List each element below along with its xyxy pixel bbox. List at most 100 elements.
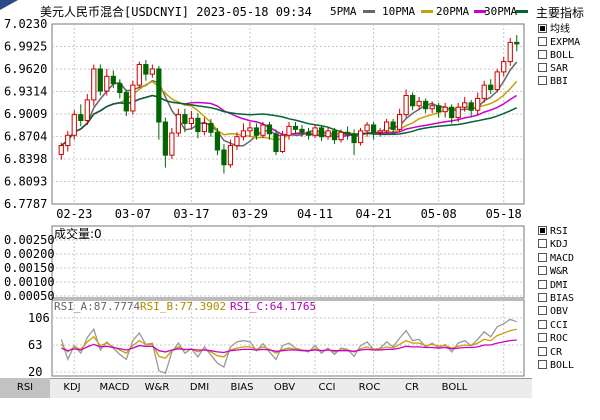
rsi-b-label: RSI_B:77.3902 [140, 300, 226, 313]
rsi-a-label: RSI_A:87.7774 [54, 300, 140, 313]
sub-option-boll[interactable]: BOLL [538, 360, 574, 372]
sub-option-label: DMI [550, 279, 569, 291]
sub-option-cr[interactable]: CR [538, 346, 563, 359]
candle-body [488, 84, 494, 91]
sub-option-kdj[interactable]: KDJ [538, 239, 568, 251]
sub-option-label: BIAS [550, 293, 575, 304]
checkbox-icon [538, 306, 547, 316]
tab-boll[interactable]: BOLL [435, 378, 475, 398]
sub-option-label: CR [550, 346, 563, 358]
candle [91, 64, 97, 106]
main-option-boll[interactable]: BOLL [538, 50, 574, 62]
tab-rsi[interactable]: RSI [0, 378, 50, 398]
sub-option-obv[interactable]: OBV [538, 306, 568, 318]
sub-option-roc[interactable]: ROC [538, 333, 568, 345]
candle-body [507, 41, 513, 63]
candle-body [117, 83, 123, 94]
candle-body [449, 106, 455, 119]
candle-body [279, 134, 286, 152]
sub-option-wr[interactable]: W&R [538, 266, 568, 278]
checkbox-icon [538, 239, 547, 249]
main-option-label: EXPMA [550, 37, 581, 48]
candle-body [370, 124, 377, 133]
candle-body [260, 124, 266, 136]
candle-body [468, 102, 474, 111]
candle-body [182, 114, 188, 124]
price-tick-label: 6.9314 [4, 84, 47, 98]
checkbox-icon [538, 266, 547, 276]
candle-body [338, 131, 344, 141]
ma20-legend: 20PMA [436, 5, 470, 18]
date-tick-label: 04-11 [297, 207, 333, 221]
candle-body [78, 114, 84, 122]
candle-body [357, 130, 364, 144]
main-option-label: SAR [550, 63, 569, 74]
volume-tick-label: 0.00250 [4, 233, 55, 247]
candle-body [156, 68, 162, 123]
candle-body [273, 133, 279, 152]
candle-body [104, 75, 110, 92]
candle-body [240, 130, 247, 138]
candle [130, 80, 136, 115]
sub-option-label: RSI [550, 226, 569, 237]
main-option-expma[interactable]: EXPMA [538, 37, 580, 49]
candle-body [331, 130, 338, 141]
main-option-bbi[interactable]: BBI [538, 76, 568, 88]
candle-body [71, 114, 77, 136]
candle [136, 61, 142, 89]
sub-option-bias[interactable]: BIAS [538, 293, 574, 305]
price-tick-label: 6.9620 [4, 62, 47, 76]
candle-body [149, 68, 155, 75]
checkbox-icon [538, 360, 547, 369]
price-tick-label: 6.7787 [4, 197, 47, 211]
rsi-tick-label: 106 [28, 311, 50, 325]
candle-body [253, 127, 260, 136]
candle-body [442, 106, 448, 113]
main-indicator-title: 主要指标 [536, 6, 585, 20]
chart-header: 美元人民币混合[USDCNYI] 2023-05-18 09:34 5PMA 1… [0, 0, 532, 24]
main-option-[interactable]: 均线 [538, 24, 570, 36]
candle-body [234, 136, 240, 147]
main-option-label: 均线 [550, 24, 570, 35]
tab-obv[interactable]: OBV [265, 378, 305, 398]
tab-wr[interactable]: W&R [137, 378, 177, 398]
candle-body [84, 99, 90, 122]
sub-option-label: OBV [550, 306, 569, 318]
candle-body [208, 122, 214, 133]
candle-body [344, 131, 351, 135]
tab-dmi[interactable]: DMI [180, 378, 220, 398]
radio-checked-icon [538, 24, 547, 33]
ma30-swatch [516, 10, 528, 13]
sub-option-label: ROC [550, 333, 569, 345]
candle [507, 37, 513, 66]
chart-window: 7.0230 6.9925 6.9620 6.9314 6.9009 6.8704 6.83… [0, 0, 600, 420]
tab-macd[interactable]: MACD [95, 378, 135, 398]
indicator-sidebar: 主要指标 均线 EXPMA BOLL SAR BBI RSI KDJ MACD W&R DMI BI… [532, 0, 600, 420]
candle-body [390, 121, 396, 130]
candle-body [247, 127, 253, 132]
date-tick-label: 03-17 [173, 207, 209, 221]
candle-body [175, 114, 181, 134]
candle-body [416, 100, 422, 107]
sub-option-label: MACD [550, 252, 575, 264]
checkbox-icon [538, 346, 547, 356]
price-tick-label: 6.8704 [4, 129, 47, 143]
ma10-swatch [421, 10, 433, 13]
candle-body [429, 105, 435, 110]
sub-option-cci[interactable]: CCI [538, 319, 568, 332]
candle-body [494, 71, 500, 91]
sub-option-macd[interactable]: MACD [538, 252, 575, 265]
candle-body [455, 106, 461, 119]
tab-cci[interactable]: CCI [307, 378, 347, 398]
candle [97, 64, 103, 96]
tab-kdj[interactable]: KDJ [52, 378, 92, 398]
sub-option-rsi[interactable]: RSI [538, 226, 568, 238]
volume-panel [51, 225, 525, 299]
main-option-sar[interactable]: SAR [538, 63, 568, 75]
tab-cr[interactable]: CR [392, 378, 432, 398]
volume-tick-label: 0.00150 [4, 261, 55, 275]
tab-roc[interactable]: ROC [350, 378, 390, 398]
tab-bias[interactable]: BIAS [222, 378, 262, 398]
sub-option-label: BOLL [550, 360, 575, 371]
sub-option-dmi[interactable]: DMI [538, 279, 569, 292]
